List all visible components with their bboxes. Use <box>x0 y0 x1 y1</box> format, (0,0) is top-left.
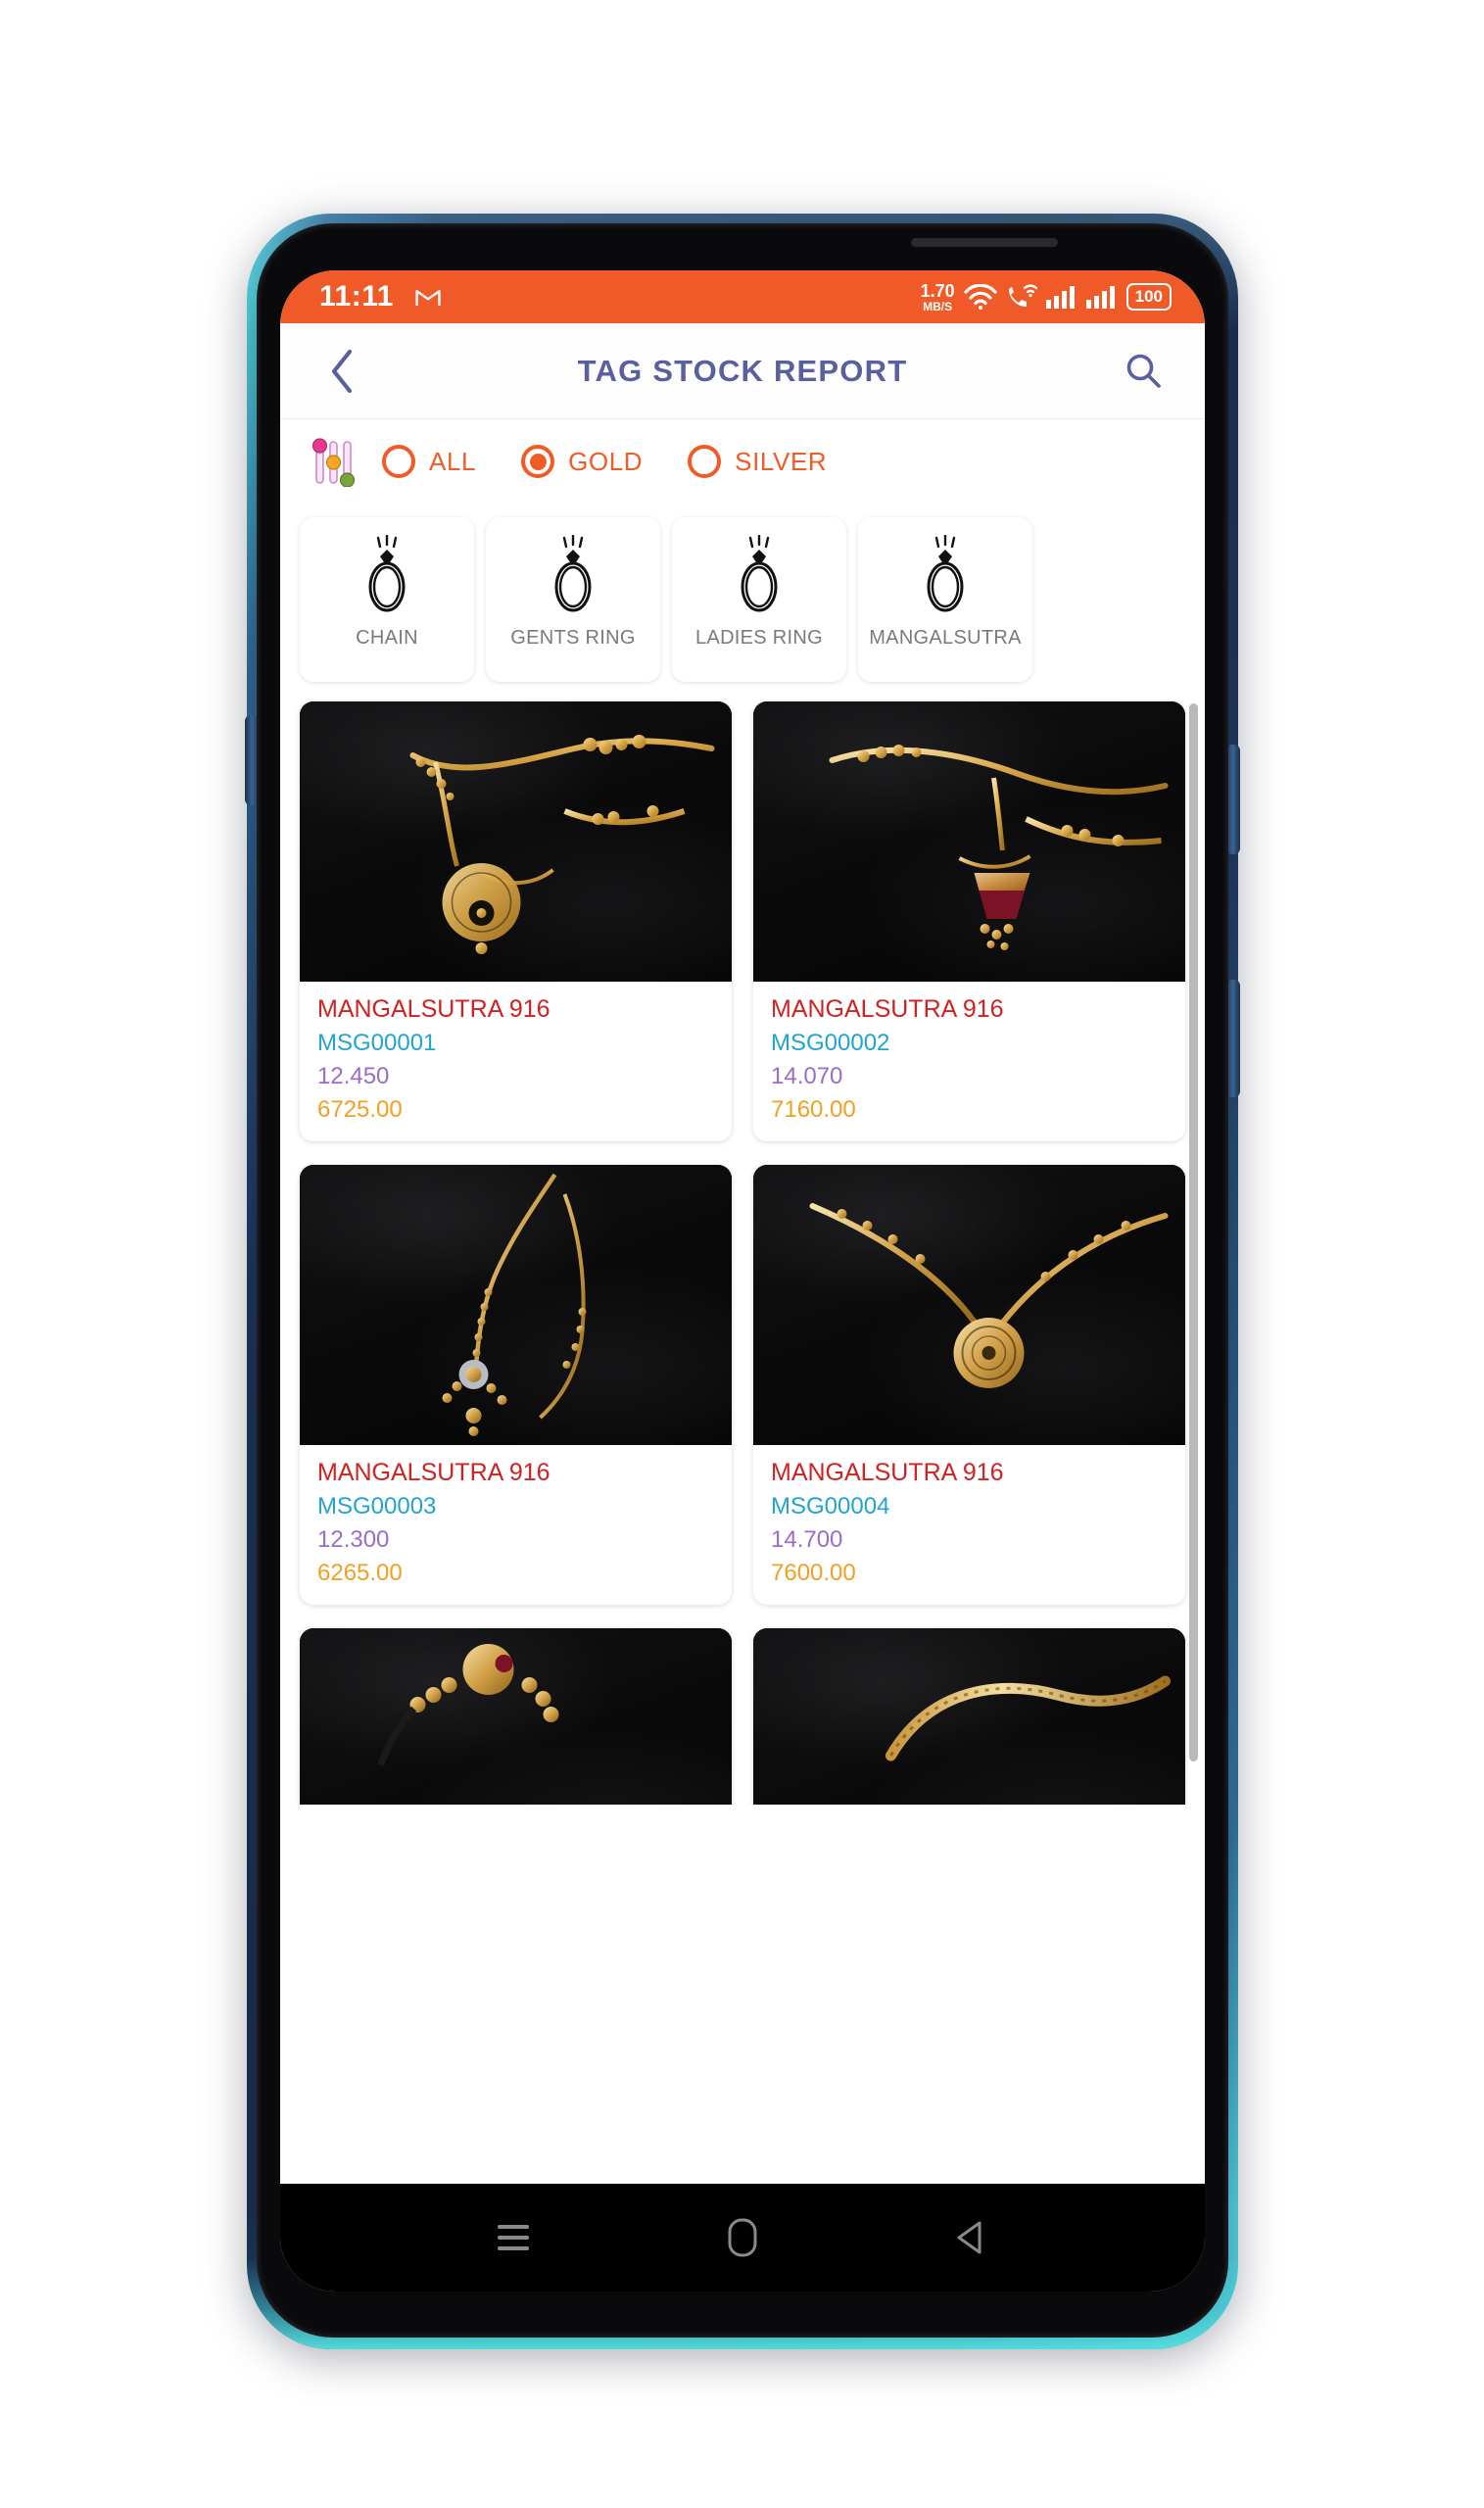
product-image <box>753 701 1185 982</box>
product-price: 7160.00 <box>771 1096 856 1123</box>
status-bar-time: 11:11 <box>319 280 394 313</box>
radio-ring-silver <box>688 445 722 478</box>
status-bar-icons: 1.70 MB/S 100 <box>921 282 1172 313</box>
category-chip-mangalsutra[interactable]: MANGALSUTRA <box>858 517 1032 682</box>
radio-option-gold[interactable]: GOLD <box>521 445 643 478</box>
product-card[interactable]: MANGALSUTRA 916 MSG00002 14.070 7160.00 <box>753 701 1185 1141</box>
app-bar: TAG STOCK REPORT <box>280 323 1205 419</box>
product-image <box>753 1628 1185 1805</box>
product-weight: 12.450 <box>317 1063 390 1089</box>
material-filter-group: ALL GOLD SILVER <box>382 445 827 478</box>
radio-option-all[interactable]: ALL <box>382 445 476 478</box>
product-code: MSG00001 <box>317 1030 437 1056</box>
search-icon <box>1126 354 1161 388</box>
gold-mangalsutra-partial-photo <box>377 1644 559 1767</box>
radio-ring-gold <box>521 445 555 478</box>
battery-indicator: 100 <box>1125 283 1172 311</box>
gold-mangalsutra-round-pendant-photo <box>809 1203 1169 1388</box>
side-button-left[interactable] <box>245 715 257 805</box>
radio-label-gold: GOLD <box>568 446 644 476</box>
ring-icon <box>368 535 406 612</box>
gold-mangalsutra-pendant-photo <box>409 735 715 954</box>
menu-recents-icon[interactable] <box>494 2221 533 2254</box>
filter-bar: ALL GOLD SILVER <box>280 419 1205 504</box>
status-bar: 11:11 1.70 MB/S 100 <box>280 270 1205 323</box>
product-info: MANGALSUTRA 916 MSG00001 12.450 6725.00 <box>300 982 732 1141</box>
gmail-icon <box>415 290 441 306</box>
screenshot-stage: 11:11 1.70 MB/S 100 TAG STOCK REPORT ALL… <box>0 0 1484 2508</box>
product-image <box>300 701 732 982</box>
product-title: MANGALSUTRA 916 <box>771 995 1004 1023</box>
product-price: 7600.00 <box>771 1560 856 1586</box>
home-icon[interactable] <box>726 2217 759 2258</box>
earpiece-speaker <box>911 238 1058 247</box>
product-info: MANGALSUTRA 916 MSG00003 12.300 6265.00 <box>300 1445 732 1605</box>
gold-chain-partial-photo <box>886 1675 1171 1761</box>
category-label: MANGALSUTRA <box>869 627 1022 649</box>
android-nav-bar <box>280 2184 1205 2291</box>
radio-option-silver[interactable]: SILVER <box>688 445 827 478</box>
gold-mangalsutra-red-pendant-photo <box>829 745 1169 950</box>
wifi-icon <box>964 284 997 310</box>
vertical-scrollbar[interactable] <box>1189 703 1198 1761</box>
product-weight: 14.070 <box>771 1063 843 1089</box>
wifi-calling-icon <box>1008 284 1037 307</box>
product-info: MANGALSUTRA 916 MSG00002 14.070 7160.00 <box>753 982 1185 1141</box>
product-image <box>300 1628 732 1805</box>
category-row[interactable]: CHAIN GENTS RING LADIES RING MANGALSUTRA <box>280 504 1205 698</box>
power-button[interactable] <box>1228 980 1240 1097</box>
product-image <box>300 1165 732 1445</box>
ring-icon <box>554 535 592 612</box>
back-button[interactable] <box>315 345 368 398</box>
product-info: MANGALSUTRA 916 MSG00004 14.700 7600.00 <box>753 1445 1185 1605</box>
product-card[interactable]: MANGALSUTRA 916 MSG00004 14.700 7600.00 <box>753 1165 1185 1605</box>
product-title: MANGALSUTRA 916 <box>317 1459 551 1486</box>
category-chip-ladies-ring[interactable]: LADIES RING <box>672 517 846 682</box>
signal-bars-icon-2 <box>1085 286 1115 309</box>
ring-icon <box>741 535 778 612</box>
product-image <box>753 1165 1185 1445</box>
product-code: MSG00003 <box>317 1493 437 1519</box>
page-title: TAG STOCK REPORT <box>577 353 908 388</box>
product-card[interactable]: MANGALSUTRA 916 MSG00001 12.450 6725.00 <box>300 701 732 1141</box>
radio-dot-all <box>391 454 407 470</box>
radio-label-all: ALL <box>429 446 477 476</box>
product-grid: MANGALSUTRA 916 MSG00001 12.450 6725.00 <box>280 698 1205 1805</box>
radio-dot-gold <box>529 453 547 470</box>
product-weight: 14.700 <box>771 1526 843 1553</box>
search-button[interactable] <box>1117 345 1170 398</box>
radio-ring-all <box>382 445 415 478</box>
sliders-filter-icon[interactable] <box>311 436 357 487</box>
category-label: GENTS RING <box>510 627 636 649</box>
product-list[interactable]: MANGALSUTRA 916 MSG00001 12.450 6725.00 <box>280 698 1205 1805</box>
back-triangle-icon[interactable] <box>952 2218 991 2257</box>
phone-screen: 11:11 1.70 MB/S 100 TAG STOCK REPORT ALL… <box>280 270 1205 2291</box>
network-speed-indicator: 1.70 MB/S <box>920 280 955 314</box>
product-code: MSG00004 <box>771 1493 890 1519</box>
radio-dot-silver <box>696 454 713 470</box>
product-title: MANGALSUTRA 916 <box>771 1459 1004 1486</box>
product-price: 6725.00 <box>317 1096 403 1123</box>
category-label: LADIES RING <box>695 627 823 649</box>
chevron-left-icon <box>331 349 353 393</box>
product-card[interactable] <box>753 1628 1185 1805</box>
product-price: 6265.00 <box>317 1560 403 1586</box>
product-code: MSG00002 <box>771 1030 890 1056</box>
product-weight: 12.300 <box>317 1526 390 1553</box>
category-chip-gents-ring[interactable]: GENTS RING <box>486 517 660 682</box>
category-label: CHAIN <box>356 627 418 649</box>
product-title: MANGALSUTRA 916 <box>317 995 551 1023</box>
gold-mangalsutra-beaded-photo <box>442 1173 587 1436</box>
volume-button[interactable] <box>1228 745 1240 854</box>
ring-icon <box>927 535 964 612</box>
signal-bars-icon <box>1045 286 1075 309</box>
product-card[interactable]: MANGALSUTRA 916 MSG00003 12.300 6265.00 <box>300 1165 732 1605</box>
radio-label-silver: SILVER <box>735 446 828 476</box>
product-card[interactable] <box>300 1628 732 1805</box>
category-chip-chain[interactable]: CHAIN <box>300 517 474 682</box>
